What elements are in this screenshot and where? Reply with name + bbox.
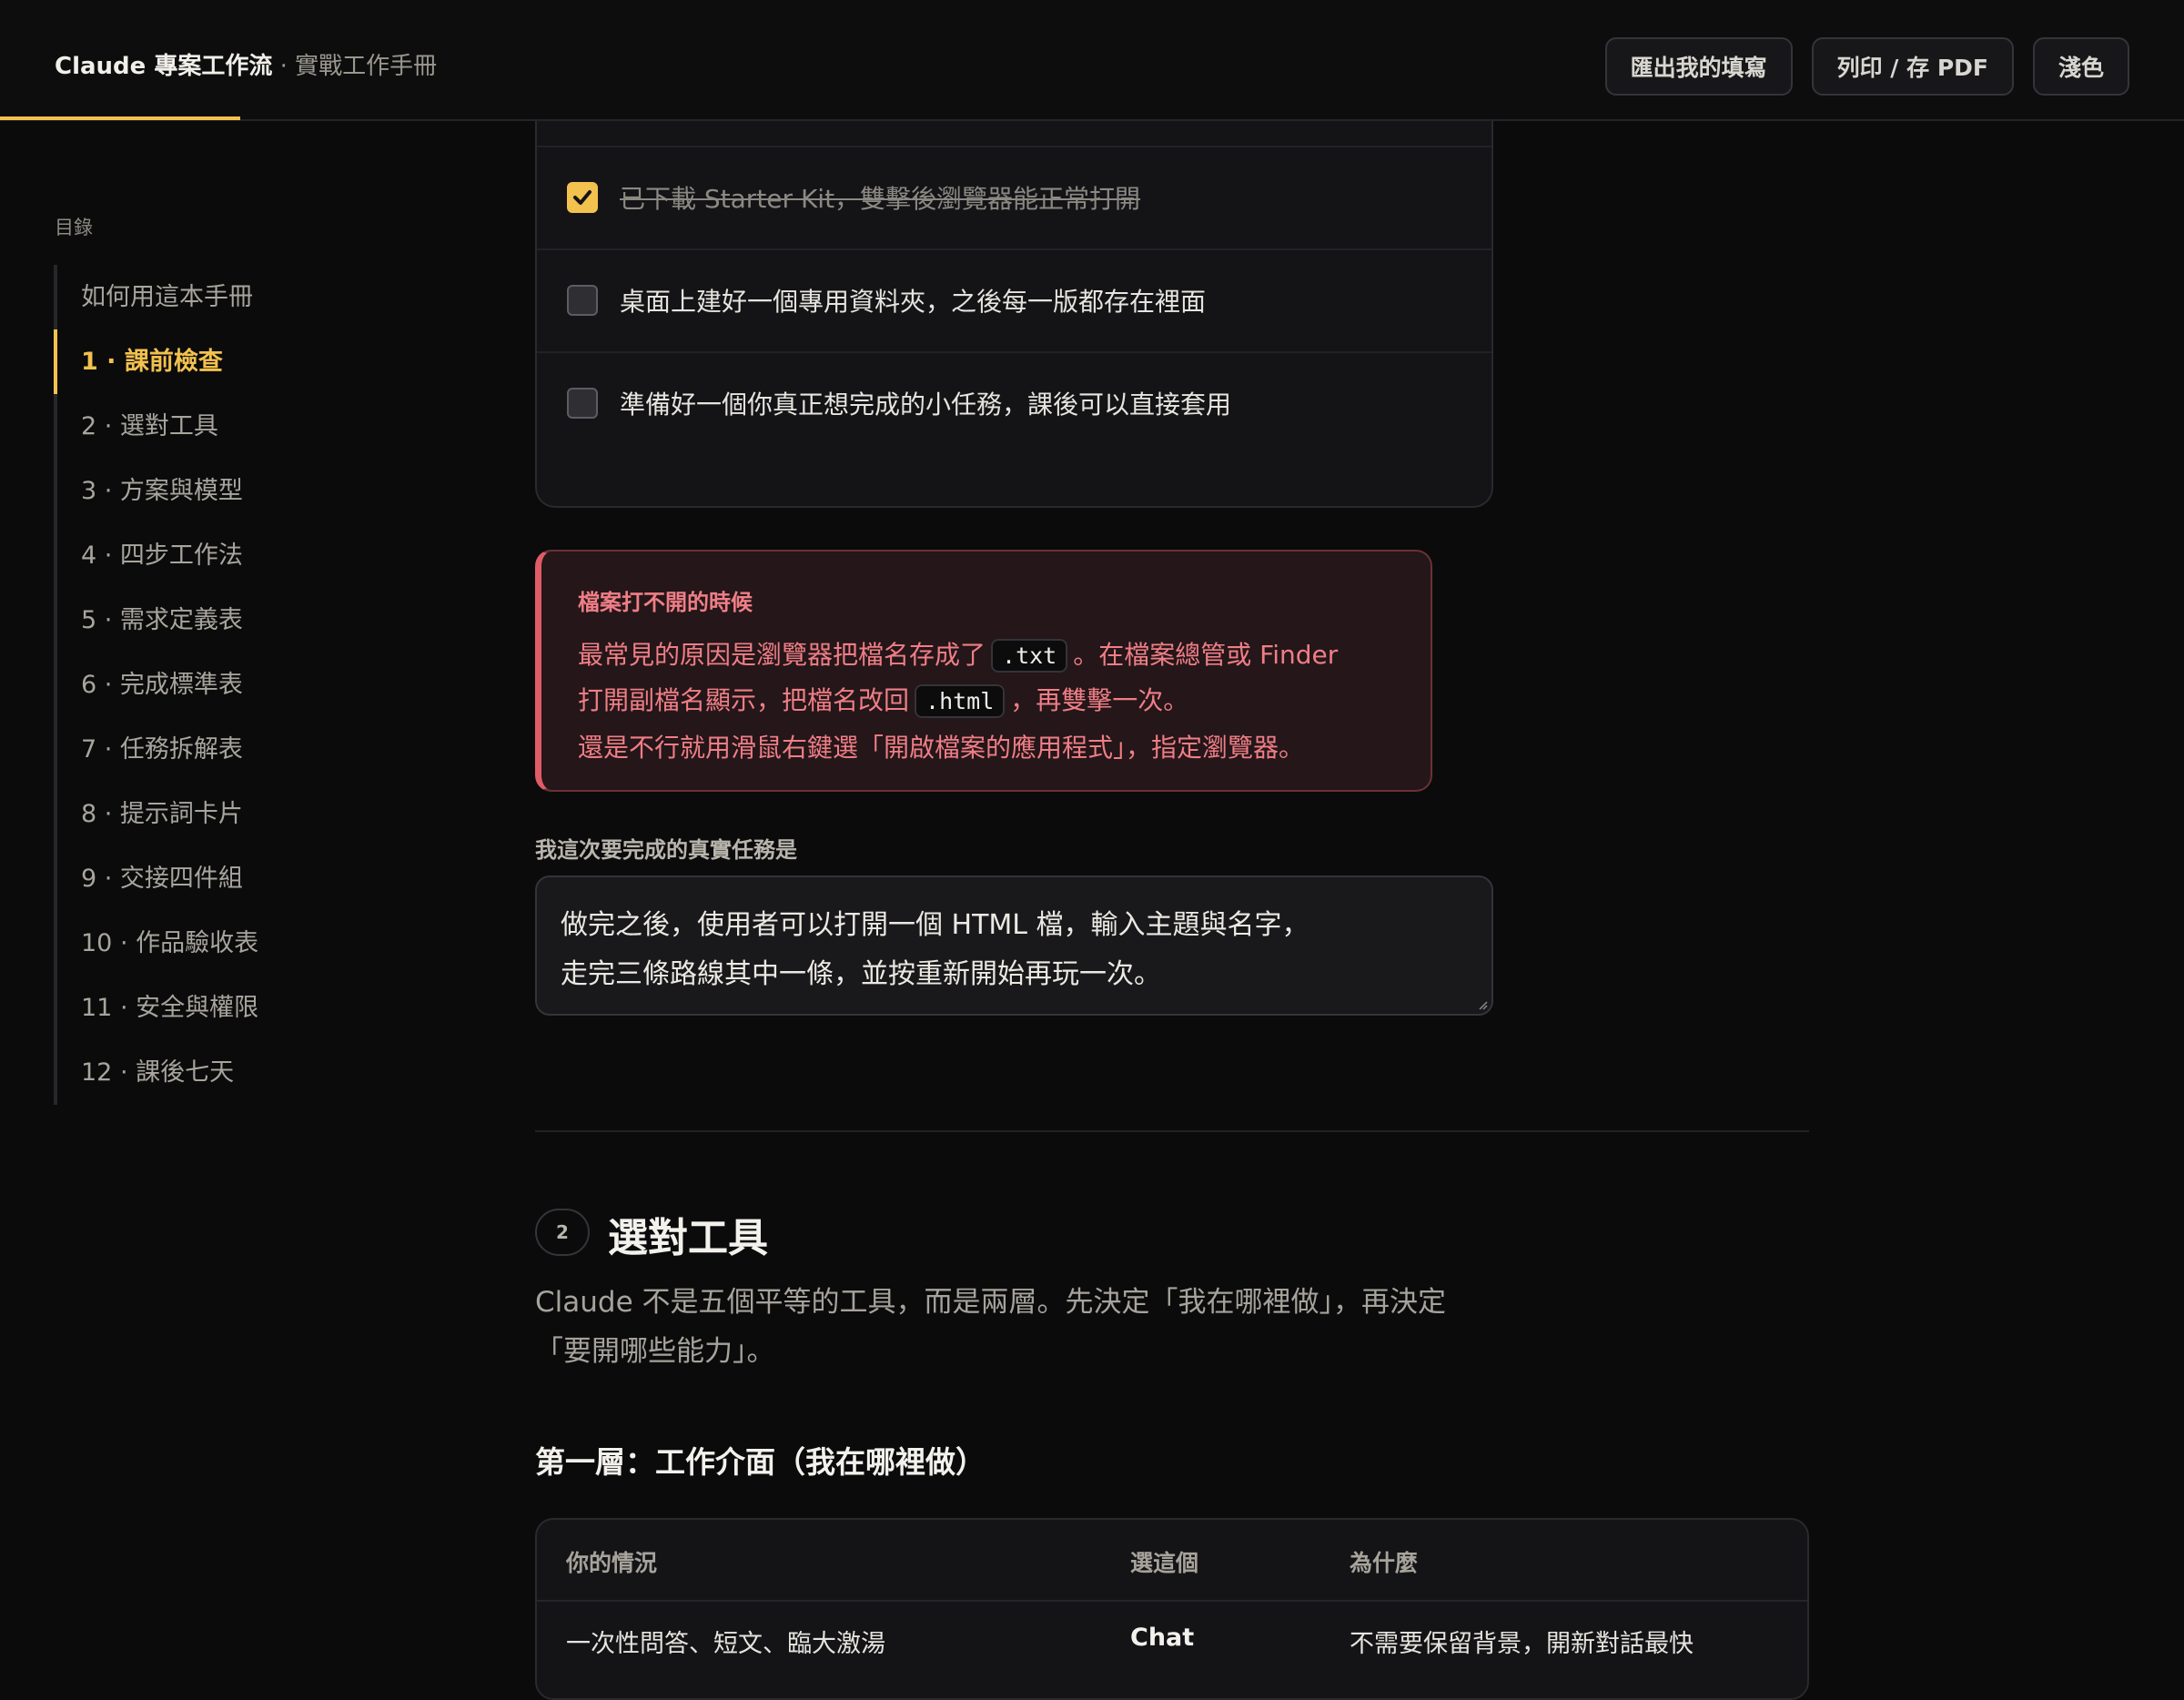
toc-item[interactable]: 6 · 完成標準表 — [57, 653, 345, 717]
checkmark-icon — [573, 190, 592, 205]
checkbox[interactable] — [567, 388, 598, 419]
column-header-choice: 選這個 — [1130, 1550, 1199, 1576]
column-header-situation: 你的情況 — [566, 1550, 658, 1576]
alert-text: 最常見的原因是瀏覽器把檔名存成了 — [578, 640, 986, 670]
section-lede: Claude 不是五個平等的工具，而是兩層。先決定「我在哪裡做」，再決定 「要開… — [535, 1278, 1500, 1376]
export-button[interactable]: 匯出我的填寫 — [1604, 37, 1793, 96]
task-text-line: 做完之後，使用者可以打開一個 HTML 檔，輸入主題與名字， — [561, 909, 1309, 941]
alert-line-2: 打開副檔名顯示，把檔名改回 .html ，再雙擊一次。 — [578, 681, 1189, 718]
toc-item[interactable]: 7 · 任務拆解表 — [57, 717, 345, 782]
table-cell: 不需要保留背景，開新對話最快 — [1350, 1630, 1694, 1658]
column-header-reason: 為什麼 — [1350, 1550, 1419, 1576]
toc-item[interactable]: 10 · 作品驗收表 — [57, 911, 345, 976]
top-bar: Claude 專案工作流 · 實戰工作手冊 匯出我的填寫 列印 / 存 PDF … — [0, 0, 2184, 121]
file-open-alert: 檔案打不開的時候 最常見的原因是瀏覽器把檔名存成了 .txt 。在檔案總管或 Fin… — [535, 550, 1432, 792]
alert-title: 檔案打不開的時候 — [578, 590, 753, 615]
alert-line-3: 還是不行就用滑鼠右鍵選「開啟檔案的應用程式」，指定瀏覽器。 — [578, 733, 1305, 763]
toc-item[interactable]: 如何用這本手冊 — [57, 265, 345, 329]
checklist-item-text: 桌面上建好一個專用資料夾，之後每一版都存在裡面 — [620, 287, 1207, 317]
subsection-title: 第一層：工作介面（我在哪裡做） — [535, 1444, 986, 1480]
brand-subtitle: · 實戰工作手冊 — [272, 53, 438, 80]
reading-progress-bar — [0, 116, 240, 120]
section-number-badge: 2 — [535, 1209, 590, 1256]
theme-toggle-button[interactable]: 淺色 — [2032, 37, 2129, 96]
table-header-row: 你的情況 選這個 為什麼 — [537, 1520, 1807, 1602]
lede-line: Claude 不是五個平等的工具，而是兩層。先決定「我在哪裡做」，再決定 — [535, 1286, 1447, 1319]
alert-text: ，再雙擊一次。 — [1010, 685, 1189, 715]
checklist-item-text: 已下載 Starter Kit，雙擊後瀏覽器能正常打開 — [620, 184, 1141, 214]
toc-heading: 目錄 — [55, 217, 93, 238]
checklist-item[interactable]: 準備好一個你真正想完成的小任務，課後可以直接套用 — [537, 351, 1491, 453]
tool-selection-table: 你的情況 選這個 為什麼 一次性問答、短文、臨大激湯 Chat 不需要保留背景，… — [535, 1518, 1809, 1700]
section-divider — [535, 1130, 1809, 1132]
checkbox[interactable] — [567, 182, 598, 213]
task-textarea[interactable]: 做完之後，使用者可以打開一個 HTML 檔，輸入主題與名字， 走完三條路線其中一… — [535, 875, 1493, 1016]
brand-title: Claude 專案工作流 — [55, 53, 273, 80]
alert-line-1: 最常見的原因是瀏覽器把檔名存成了 .txt 。在檔案總管或 Finder — [578, 635, 1339, 673]
toc-item[interactable]: 4 · 四步工作法 — [57, 523, 345, 588]
alert-text: 。在檔案總管或 Finder — [1073, 640, 1339, 670]
checkbox[interactable] — [567, 285, 598, 316]
toc-item[interactable]: 2 · 選對工具 — [57, 394, 345, 459]
code-txt: .txt — [991, 639, 1068, 673]
checklist-item[interactable]: 已下載 Starter Kit，雙擊後瀏覽器能正常打開 — [537, 146, 1491, 248]
lede-line: 「要開哪些能力」。 — [535, 1335, 775, 1368]
table-cell: 一次性問答、短文、臨大激湯 — [566, 1630, 885, 1658]
table-of-contents: 如何用這本手冊 1 · 課前檢查 2 · 選對工具 3 · 方案與模型 4 · 四步工作… — [54, 265, 345, 1105]
brand[interactable]: Claude 專案工作流 · 實戰工作手冊 — [55, 51, 437, 82]
toc-item[interactable]: 9 · 交接四件組 — [57, 846, 345, 911]
checklist-item-text: 準備好一個你真正想完成的小任務，課後可以直接套用 — [620, 390, 1232, 420]
toc-item[interactable]: 11 · 安全與權限 — [57, 976, 345, 1040]
toc-item[interactable]: 1 · 課前檢查 — [54, 329, 345, 394]
section-title: 選對工具 — [608, 1215, 768, 1261]
print-pdf-button[interactable]: 列印 / 存 PDF — [1811, 37, 2014, 96]
toc-item[interactable]: 8 · 提示詞卡片 — [57, 782, 345, 846]
toc-item[interactable]: 3 · 方案與模型 — [57, 459, 345, 523]
alert-text: 打開副檔名顯示，把檔名改回 — [578, 685, 910, 715]
code-html: .html — [915, 684, 1006, 718]
toc-item[interactable]: 5 · 需求定義表 — [57, 588, 345, 653]
task-text-line: 走完三條路線其中一條，並按重新開始再玩一次。 — [561, 958, 1161, 990]
resize-handle-icon[interactable] — [1477, 999, 1488, 1010]
task-field-label: 我這次要完成的真實任務是 — [535, 837, 797, 863]
toc-item[interactable]: 12 · 課後七天 — [57, 1040, 345, 1105]
checklist-item[interactable]: 桌面上建好一個專用資料夾，之後每一版都存在裡面 — [537, 248, 1491, 350]
header-actions: 匯出我的填寫 列印 / 存 PDF 淺色 — [1604, 37, 2129, 96]
